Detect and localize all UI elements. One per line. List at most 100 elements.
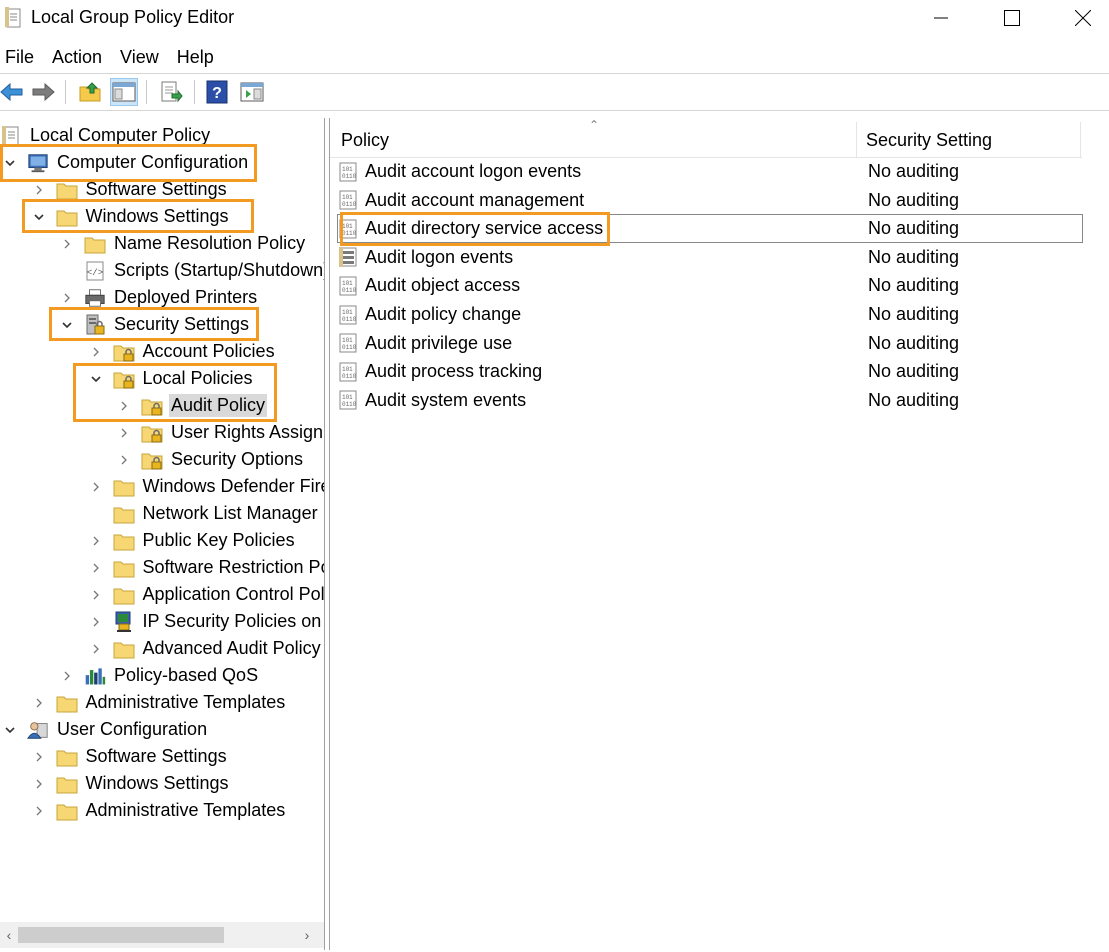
tree-item[interactable]: Computer Configuration bbox=[3, 149, 250, 176]
security-setting-value: No auditing bbox=[868, 332, 960, 353]
tree-item[interactable]: Software Restriction Policies bbox=[89, 554, 324, 581]
policy-name: Audit directory service access bbox=[365, 218, 604, 239]
column-separator[interactable] bbox=[1080, 122, 1081, 158]
tree-item-label: Public Key Policies bbox=[142, 530, 295, 550]
tree-item[interactable]: Policy-based QoS bbox=[60, 662, 260, 689]
chevron-right-icon[interactable] bbox=[89, 642, 103, 656]
column-separator[interactable] bbox=[856, 122, 857, 158]
chevron-right-icon[interactable] bbox=[89, 615, 103, 629]
policy-row[interactable]: Audit logon events No auditing bbox=[338, 244, 1082, 271]
chevron-right-icon[interactable] bbox=[32, 750, 46, 764]
chevron-down-icon[interactable] bbox=[32, 210, 46, 224]
tree-item[interactable]: Software Settings bbox=[32, 176, 229, 203]
policy-name: Audit account management bbox=[365, 189, 585, 210]
tree-item[interactable]: Security Settings bbox=[60, 311, 251, 338]
scroll-left-icon[interactable]: ‹ bbox=[0, 922, 18, 948]
menu-file[interactable]: File bbox=[5, 44, 34, 72]
scroll-right-icon[interactable]: › bbox=[298, 922, 316, 948]
chevron-right-icon[interactable] bbox=[117, 426, 131, 440]
tree-item[interactable]: Administrative Templates bbox=[32, 689, 288, 716]
tree-item[interactable]: Local Computer Policy bbox=[0, 122, 212, 149]
tree-item[interactable]: Network List Manager Policies bbox=[89, 500, 324, 527]
export-list-icon bbox=[161, 81, 183, 103]
column-header-policy[interactable]: Policy bbox=[341, 130, 389, 151]
tree-item[interactable]: Account Policies bbox=[89, 338, 277, 365]
show-hide-tree-button[interactable] bbox=[110, 78, 138, 106]
tree-item[interactable]: IP Security Policies on Local Computer bbox=[89, 608, 324, 635]
tree-item[interactable]: Name Resolution Policy bbox=[60, 230, 307, 257]
tree-item-label: Application Control Policies bbox=[142, 584, 325, 604]
chevron-right-icon[interactable] bbox=[89, 561, 103, 575]
tree-item[interactable]: Administrative Templates bbox=[32, 797, 288, 824]
chevron-down-icon[interactable] bbox=[3, 156, 17, 170]
folder-icon bbox=[113, 638, 135, 660]
menu-bar: File Action View Help bbox=[0, 44, 1109, 72]
tree-item[interactable]: Windows Settings bbox=[32, 770, 231, 797]
svg-text:10: 10 bbox=[349, 344, 357, 351]
tree-item[interactable]: Advanced Audit Policy Configuration bbox=[89, 635, 324, 662]
chevron-right-icon[interactable] bbox=[32, 777, 46, 791]
chevron-right-icon[interactable] bbox=[89, 345, 103, 359]
tree-item-label: Deployed Printers bbox=[114, 287, 258, 307]
tree-horizontal-scrollbar[interactable]: ‹ › bbox=[0, 922, 324, 948]
scrollbar-thumb[interactable] bbox=[18, 927, 224, 943]
up-folder-icon bbox=[79, 82, 101, 102]
tree-item[interactable]: Windows Defender Firewall with Advanced … bbox=[89, 473, 324, 500]
minimize-button[interactable] bbox=[906, 0, 976, 36]
tree-item[interactable]: Windows Settings bbox=[32, 203, 231, 230]
policy-row[interactable]: 10 01 1 10 Audit privilege use No auditing bbox=[338, 330, 1082, 357]
policy-row[interactable]: 10 01 1 10 Audit process tracking No auditing bbox=[338, 358, 1082, 385]
chevron-right-icon[interactable] bbox=[117, 399, 131, 413]
policy-row[interactable]: 10 01 1 10 Audit system events No auditing bbox=[338, 387, 1082, 414]
tree-item[interactable]: Audit Policy bbox=[117, 392, 268, 419]
chevron-down-icon[interactable] bbox=[3, 723, 17, 737]
tree-item[interactable]: Local Policies bbox=[89, 365, 255, 392]
column-header-security-setting[interactable]: Security Setting bbox=[866, 130, 992, 151]
tree-item[interactable]: </> Scripts (Startup/Shutdown) bbox=[60, 257, 324, 284]
tree-item[interactable]: Security Options bbox=[117, 446, 305, 473]
tree-item[interactable]: User Rights Assignment bbox=[117, 419, 324, 446]
tree-item[interactable]: Application Control Policies bbox=[89, 581, 325, 608]
locked-folder-icon bbox=[141, 449, 163, 471]
forward-button[interactable] bbox=[29, 78, 57, 106]
action-pane-button[interactable] bbox=[238, 78, 266, 106]
chevron-right-icon[interactable] bbox=[117, 453, 131, 467]
folder-icon bbox=[113, 584, 135, 606]
chevron-down-icon[interactable] bbox=[89, 372, 103, 386]
close-button[interactable] bbox=[1048, 0, 1109, 36]
policy-row[interactable]: 10 01 1 10 Audit policy change No auditing bbox=[338, 301, 1082, 328]
up-one-level-button[interactable] bbox=[76, 78, 104, 106]
tree-item[interactable]: Public Key Policies bbox=[89, 527, 297, 554]
chevron-right-icon[interactable] bbox=[89, 588, 103, 602]
policy-row[interactable]: 10 01 1 10 Audit account logon events No audi… bbox=[338, 158, 1082, 185]
chevron-right-icon[interactable] bbox=[60, 291, 74, 305]
chevron-right-icon[interactable] bbox=[89, 534, 103, 548]
chevron-right-icon[interactable] bbox=[89, 480, 103, 494]
policy-row[interactable]: 10 01 1 10 Audit directory service access No … bbox=[337, 214, 1083, 244]
tree-item[interactable]: User Configuration bbox=[3, 716, 209, 743]
export-list-button[interactable] bbox=[157, 78, 185, 106]
printer-icon bbox=[84, 287, 106, 309]
policy-row[interactable]: 10 01 1 10 Audit account management No auditi… bbox=[338, 187, 1082, 214]
folder-icon bbox=[56, 773, 78, 795]
maximize-button[interactable] bbox=[977, 0, 1047, 36]
policy-name: Audit object access bbox=[365, 275, 521, 296]
security-setting-value: No auditing bbox=[868, 361, 960, 382]
tree-item[interactable]: Software Settings bbox=[32, 743, 229, 770]
chevron-right-icon[interactable] bbox=[60, 237, 74, 251]
svg-text:10: 10 bbox=[349, 316, 357, 323]
divider bbox=[0, 110, 1109, 111]
chevron-right-icon[interactable] bbox=[32, 696, 46, 710]
policy-row[interactable]: 10 01 1 10 Audit object access No auditing bbox=[338, 272, 1082, 299]
tree-item[interactable]: Deployed Printers bbox=[60, 284, 259, 311]
chevron-right-icon[interactable] bbox=[32, 183, 46, 197]
chevron-down-icon[interactable] bbox=[60, 318, 74, 332]
menu-action[interactable]: Action bbox=[52, 44, 102, 72]
chevron-right-icon[interactable] bbox=[60, 669, 74, 683]
chevron-right-icon[interactable] bbox=[32, 804, 46, 818]
help-button[interactable]: ? bbox=[203, 78, 231, 106]
pane-divider bbox=[324, 118, 325, 950]
menu-view[interactable]: View bbox=[120, 44, 159, 72]
menu-help[interactable]: Help bbox=[177, 44, 214, 72]
back-button[interactable] bbox=[0, 78, 26, 106]
